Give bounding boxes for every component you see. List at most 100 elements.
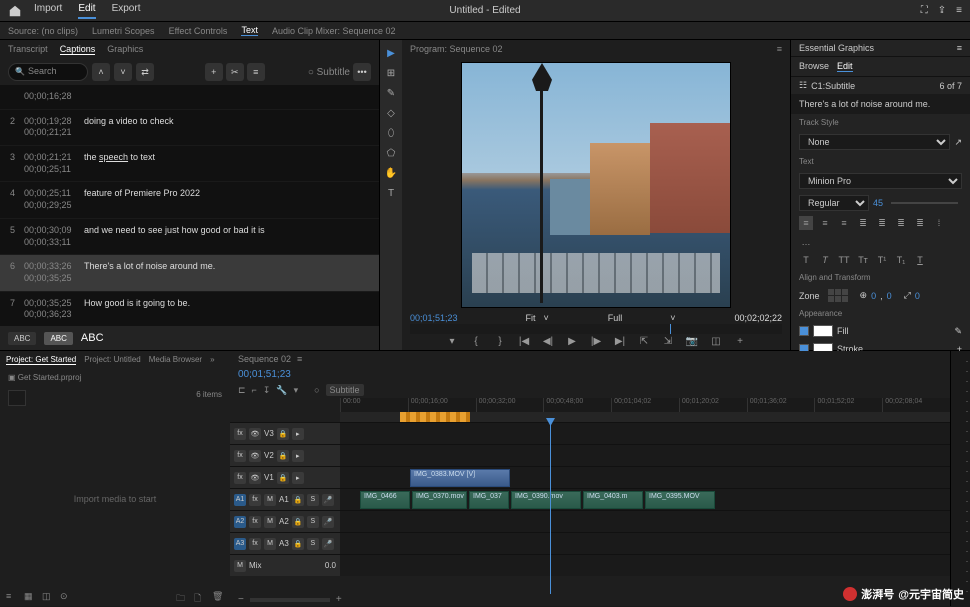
add-marker-icon[interactable]: ▾ <box>445 335 459 349</box>
new-bin-icon[interactable]: 🗀 <box>176 591 188 603</box>
marker-track[interactable] <box>340 412 950 422</box>
program-menu-icon[interactable]: ≡ <box>777 44 782 54</box>
export-frame-icon[interactable]: 📷 <box>685 335 699 349</box>
justify-last-left-icon[interactable]: ≣ <box>856 216 870 230</box>
style-add-icon[interactable]: ↗ <box>954 137 962 148</box>
font-size-input[interactable]: 45 <box>873 198 883 208</box>
align-right-icon[interactable]: ≡ <box>837 216 851 230</box>
vertical-type-tool-icon[interactable]: ⊞ <box>384 66 398 80</box>
ellipse-tool-icon[interactable]: ⬯ <box>384 126 398 140</box>
polygon-tool-icon[interactable]: ⬠ <box>384 146 398 160</box>
caption-text-display[interactable]: There's a lot of noise around me. <box>799 99 930 109</box>
lift-icon[interactable]: ⇱ <box>637 335 651 349</box>
abc-large-button[interactable]: ABC <box>81 332 104 344</box>
font-select[interactable]: Minion Pro <box>799 173 962 189</box>
program-viewer[interactable] <box>402 58 790 312</box>
eg-tab-browse[interactable]: Browse <box>799 61 829 72</box>
go-to-in-icon[interactable]: |◀ <box>517 335 531 349</box>
zoom-slider-icon[interactable]: ⊙ <box>60 591 72 603</box>
project-empty-message[interactable]: Import media to start <box>0 410 230 588</box>
full-dropdown[interactable]: Full <box>608 313 623 323</box>
font-size-slider[interactable] <box>891 202 958 204</box>
track-header[interactable]: fx👁V2🔒▸ <box>230 445 340 466</box>
track-style-select[interactable]: None <box>799 134 950 150</box>
smallcaps-icon[interactable]: Tᴛ <box>856 253 870 267</box>
add-caption-button[interactable]: + <box>205 63 223 81</box>
pos-x[interactable]: 0 <box>871 291 876 301</box>
hand-tool-icon[interactable]: ✋ <box>384 166 398 180</box>
fill-swatch[interactable] <box>813 325 833 337</box>
merge-caption-button[interactable]: ≡ <box>247 63 265 81</box>
new-item-icon[interactable]: 🗋 <box>194 591 206 603</box>
eg-tab-edit[interactable]: Edit <box>837 61 853 72</box>
clip[interactable]: IMG_0395.MOV <box>645 491 715 509</box>
track-content[interactable] <box>340 423 950 444</box>
step-forward-icon[interactable]: |▶ <box>589 335 603 349</box>
clip[interactable]: IMG_0390.mov <box>511 491 581 509</box>
delete-icon[interactable]: 🗑 <box>212 591 224 603</box>
home-icon[interactable] <box>8 4 22 18</box>
mark-in-icon[interactable]: { <box>469 335 483 349</box>
program-tc-out[interactable]: 00;02;02;22 <box>734 313 782 323</box>
pen-tool-icon[interactable]: ✎ <box>384 86 398 100</box>
track-header[interactable]: MMix0.0 <box>230 555 340 576</box>
more-text-icon[interactable]: … <box>799 235 813 249</box>
project-search[interactable] <box>8 390 26 406</box>
icon-view-icon[interactable]: ▦ <box>24 591 36 603</box>
kerning-icon[interactable]: ⁞ <box>932 216 946 230</box>
track-content[interactable] <box>340 445 950 466</box>
wrench-icon[interactable]: 🔧 <box>276 385 287 396</box>
track-content[interactable] <box>340 533 950 554</box>
timeline-timecode[interactable]: 00;01;51;23 <box>238 369 291 380</box>
tab-export[interactable]: Export <box>112 3 141 19</box>
caption-row[interactable]: 500;00;30;0900;00;33;11and we need to se… <box>0 219 379 255</box>
caption-row[interactable]: 400;00;25;1100;00;29;25feature of Premie… <box>0 182 379 218</box>
share-icon[interactable]: ⇪ <box>938 5 946 16</box>
align-center-icon[interactable]: ≡ <box>818 216 832 230</box>
bin-icon[interactable]: ▣ <box>8 373 16 382</box>
time-ruler[interactable]: 00:0000;00;16;0000;00;32;0000;00;48;0000… <box>340 398 950 412</box>
track-header[interactable]: A1fxMA1🔒S🎤 <box>230 489 340 510</box>
tl-zoom-out-icon[interactable]: − <box>238 594 244 606</box>
tab-lumetri[interactable]: Lumetri Scopes <box>92 26 155 36</box>
snap-icon[interactable]: ⊏ <box>238 385 246 396</box>
fit-dropdown[interactable]: Fit <box>526 313 536 323</box>
clip[interactable]: IMG_0383.MOV [V] <box>410 469 510 487</box>
scale[interactable]: 0 <box>915 291 920 301</box>
clip[interactable]: IMG_0403.m <box>583 491 643 509</box>
replace-button[interactable]: ⇄ <box>136 63 154 81</box>
track-header[interactable]: A2fxMA2🔒S🎤 <box>230 511 340 532</box>
pos-y[interactable]: 0 <box>887 291 892 301</box>
clip[interactable]: IMG_0466 <box>360 491 410 509</box>
tab-effect-controls[interactable]: Effect Controls <box>169 26 228 36</box>
button-editor-icon[interactable]: + <box>733 335 747 349</box>
caption-markers[interactable] <box>400 412 470 422</box>
caption-row[interactable]: 200;00;19;2800;00;21;21doing a video to … <box>0 110 379 146</box>
mark-out-icon[interactable]: } <box>493 335 507 349</box>
split-caption-button[interactable]: ✂ <box>226 63 244 81</box>
step-back-icon[interactable]: ◀| <box>541 335 555 349</box>
underline-icon[interactable]: T <box>913 253 927 267</box>
comparison-icon[interactable]: ◫ <box>709 335 723 349</box>
track-selector[interactable]: ○ Subtitle <box>308 67 350 78</box>
panel-overflow-icon[interactable]: » <box>210 355 214 365</box>
rectangle-tool-icon[interactable]: ◇ <box>384 106 398 120</box>
program-scrubber[interactable] <box>410 324 782 334</box>
next-caption-button[interactable]: ˅ <box>114 63 132 81</box>
go-to-out-icon[interactable]: ▶| <box>613 335 627 349</box>
add-marker-tl-icon[interactable]: ↧ <box>263 385 271 396</box>
type-tool-icon[interactable]: T <box>384 186 398 200</box>
caption-menu-button[interactable]: ••• <box>353 63 371 81</box>
font-weight-select[interactable]: Regular <box>799 195 869 211</box>
caption-track-button[interactable]: Subtitle <box>326 384 364 396</box>
justify-last-right-icon[interactable]: ≣ <box>894 216 908 230</box>
prev-caption-button[interactable]: ˄ <box>92 63 110 81</box>
tab-transcript[interactable]: Transcript <box>8 44 48 55</box>
track-content[interactable] <box>340 511 950 532</box>
menu-icon[interactable]: ≡ <box>956 5 962 16</box>
abc-med-button[interactable]: ABC <box>44 332 72 345</box>
tl-zoom-in-icon[interactable]: + <box>336 594 342 606</box>
play-icon[interactable]: ▶ <box>565 335 579 349</box>
zone-grid[interactable] <box>828 289 848 302</box>
tab-audio-mixer[interactable]: Audio Clip Mixer: Sequence 02 <box>272 26 396 36</box>
